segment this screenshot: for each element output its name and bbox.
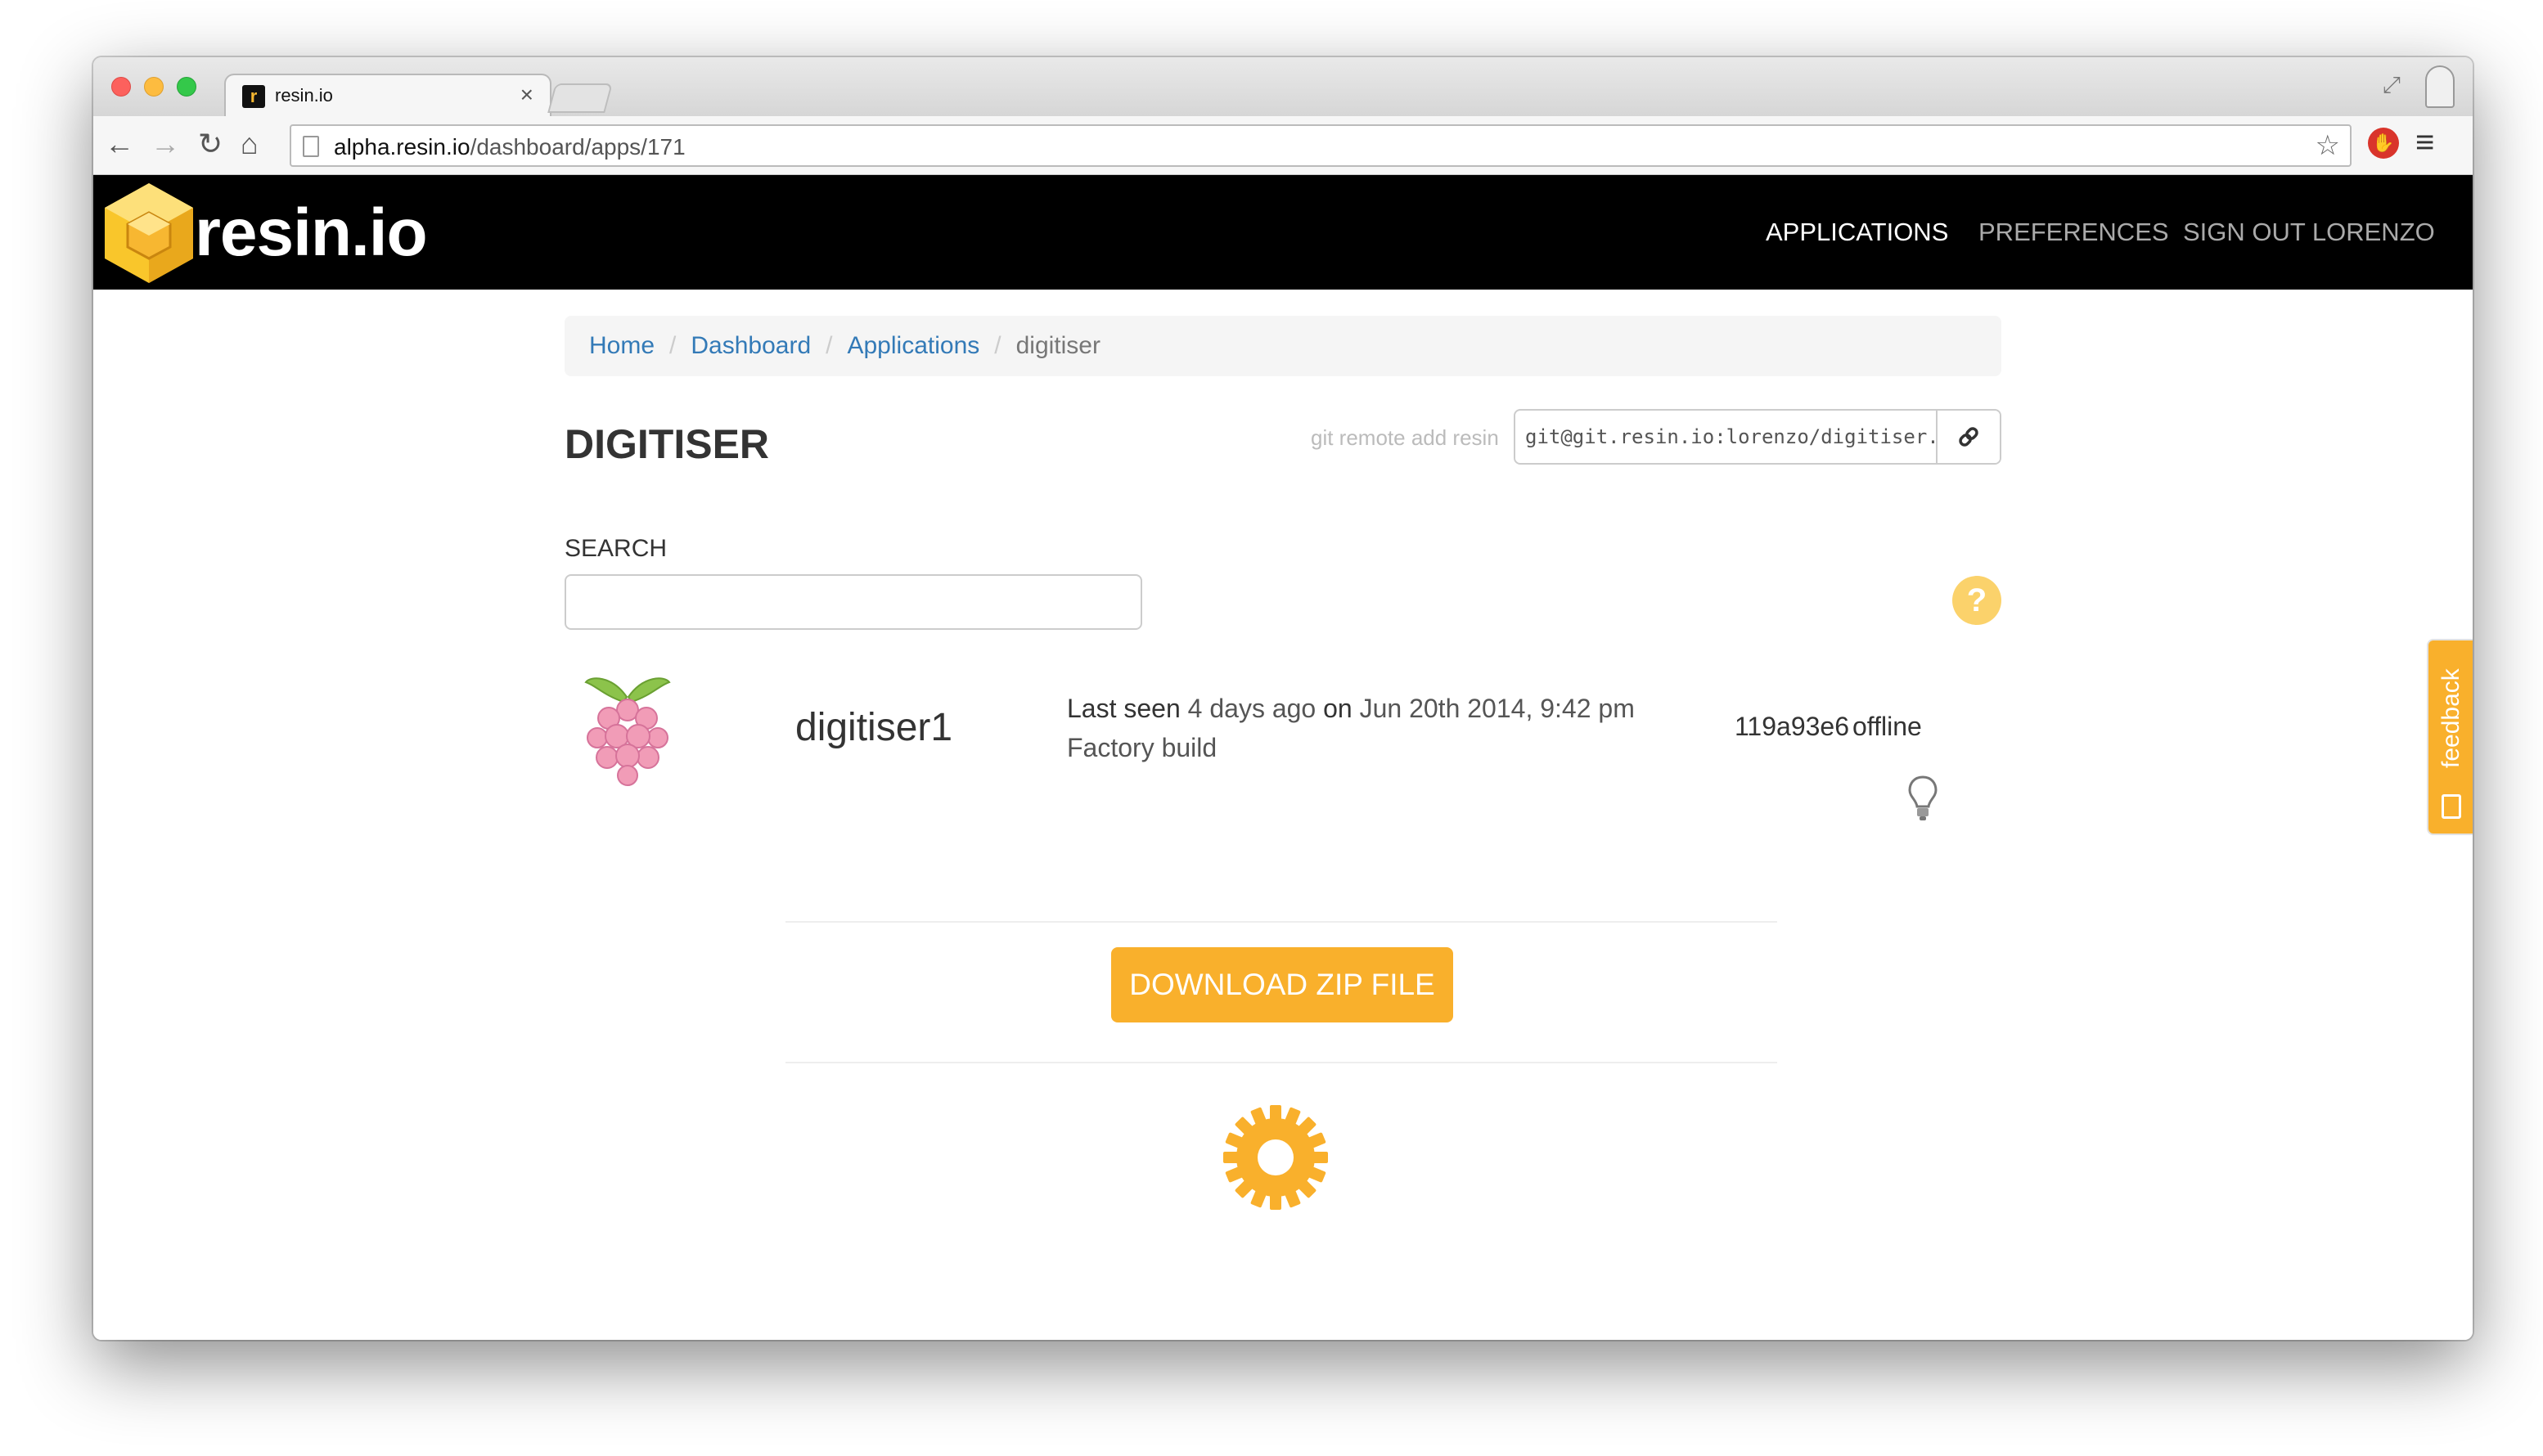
resin-logo-icon[interactable] xyxy=(100,180,198,286)
nav-applications-link[interactable]: APPLICATIONS xyxy=(1766,218,1948,247)
breadcrumb-separator: / xyxy=(826,332,833,359)
device-last-seen: Last seen 4 days ago on Jun 20th 2014, 9… xyxy=(1067,694,1635,724)
favicon-icon: r xyxy=(242,85,265,108)
new-tab-button[interactable] xyxy=(547,83,613,113)
reload-icon[interactable]: ↻ xyxy=(198,128,223,160)
last-seen-relative: 4 days ago xyxy=(1187,694,1317,723)
download-zip-button[interactable]: DOWNLOAD ZIP FILE xyxy=(1111,947,1453,1022)
window-maximize-button[interactable] xyxy=(177,77,196,97)
breadcrumb-applications-link[interactable]: Applications xyxy=(847,332,979,359)
forward-arrow-icon[interactable]: → xyxy=(151,128,180,160)
address-url[interactable]: alpha.resin.io/dashboard/apps/171 xyxy=(334,134,686,160)
last-seen-on: on xyxy=(1323,694,1353,723)
search-label: SEARCH xyxy=(565,535,668,562)
breadcrumb-dashboard-link[interactable]: Dashboard xyxy=(691,332,811,359)
device-build: Factory build xyxy=(1067,733,1217,762)
last-seen-label: Last seen xyxy=(1067,694,1181,723)
tab-title: resin.io xyxy=(275,85,333,106)
raspberry-pi-icon xyxy=(584,677,671,786)
divider xyxy=(785,921,1777,923)
breadcrumb-home-link[interactable]: Home xyxy=(589,332,655,359)
git-remote-label: git remote add resin xyxy=(1311,425,1499,450)
page-icon xyxy=(303,136,319,157)
url-path: /dashboard/apps/171 xyxy=(470,134,686,160)
feedback-tab[interactable]: feedback xyxy=(2427,639,2473,835)
bookmark-star-icon[interactable]: ☆ xyxy=(2316,129,2340,162)
back-arrow-icon[interactable]: ← xyxy=(105,128,134,160)
address-bar[interactable]: alpha.resin.io/dashboard/apps/171 ☆ xyxy=(290,124,2352,167)
nav-signout-link[interactable]: SIGN OUT LORENZO xyxy=(2183,218,2435,247)
device-commit: 119a93e6 xyxy=(1735,712,1849,741)
breadcrumb-separator: / xyxy=(994,332,1001,359)
hamburger-menu-icon[interactable]: ≡ xyxy=(2415,124,2434,161)
logo-text[interactable]: resin.io xyxy=(195,195,428,272)
device-row[interactable]: digitiser1 Last seen 4 days ago on Jun 2… xyxy=(565,667,2001,864)
git-remote-field[interactable] xyxy=(1515,411,1938,463)
adblock-extension-icon[interactable]: ✋ xyxy=(2368,128,2399,159)
help-icon[interactable]: ? xyxy=(1952,576,2001,625)
url-host: alpha.resin.io xyxy=(334,134,470,160)
copy-link-button[interactable] xyxy=(1936,411,2000,463)
home-icon[interactable]: ⌂ xyxy=(241,128,259,160)
browser-toolbar: ← → ↻ ⌂ alpha.resin.io/dashboard/apps/17… xyxy=(93,116,2473,175)
page-title: DIGITISER xyxy=(565,421,770,467)
fullscreen-icon[interactable]: ⤢ xyxy=(2383,72,2401,99)
breadcrumb-current: digitiser xyxy=(1015,332,1100,359)
lightbulb-icon[interactable] xyxy=(1906,774,1939,823)
nav-preferences-link[interactable]: PREFERENCES xyxy=(1978,218,2169,247)
loading-gear-icon xyxy=(1223,1105,1328,1210)
browser-window: r resin.io × ⤢ ← → ↻ ⌂ alpha.resin.io/da… xyxy=(93,57,2473,1340)
tab-close-icon[interactable]: × xyxy=(520,82,533,108)
site-navbar: resin.io APPLICATIONS PREFERENCES SIGN O… xyxy=(93,175,2473,290)
page-content: resin.io APPLICATIONS PREFERENCES SIGN O… xyxy=(93,175,2473,1340)
window-minimize-button[interactable] xyxy=(144,77,164,97)
search-input[interactable] xyxy=(565,574,1142,630)
feedback-icon xyxy=(2442,794,2461,819)
device-status: offline xyxy=(1852,712,1922,741)
divider xyxy=(785,1062,1777,1063)
browser-tab[interactable]: r resin.io × xyxy=(224,74,551,118)
breadcrumb-separator: / xyxy=(669,332,677,359)
device-name[interactable]: digitiser1 xyxy=(795,705,952,750)
link-icon xyxy=(1959,427,1978,447)
profile-icon[interactable] xyxy=(2425,65,2455,108)
git-remote-group xyxy=(1514,409,2001,465)
window-close-button[interactable] xyxy=(111,77,131,97)
breadcrumb: Home / Dashboard / Applications / digitiser xyxy=(565,316,2001,376)
tab-strip: r resin.io × ⤢ xyxy=(93,57,2473,118)
feedback-label: feedback xyxy=(2437,668,2464,768)
last-seen-date: Jun 20th 2014, 9:42 pm xyxy=(1359,694,1635,723)
